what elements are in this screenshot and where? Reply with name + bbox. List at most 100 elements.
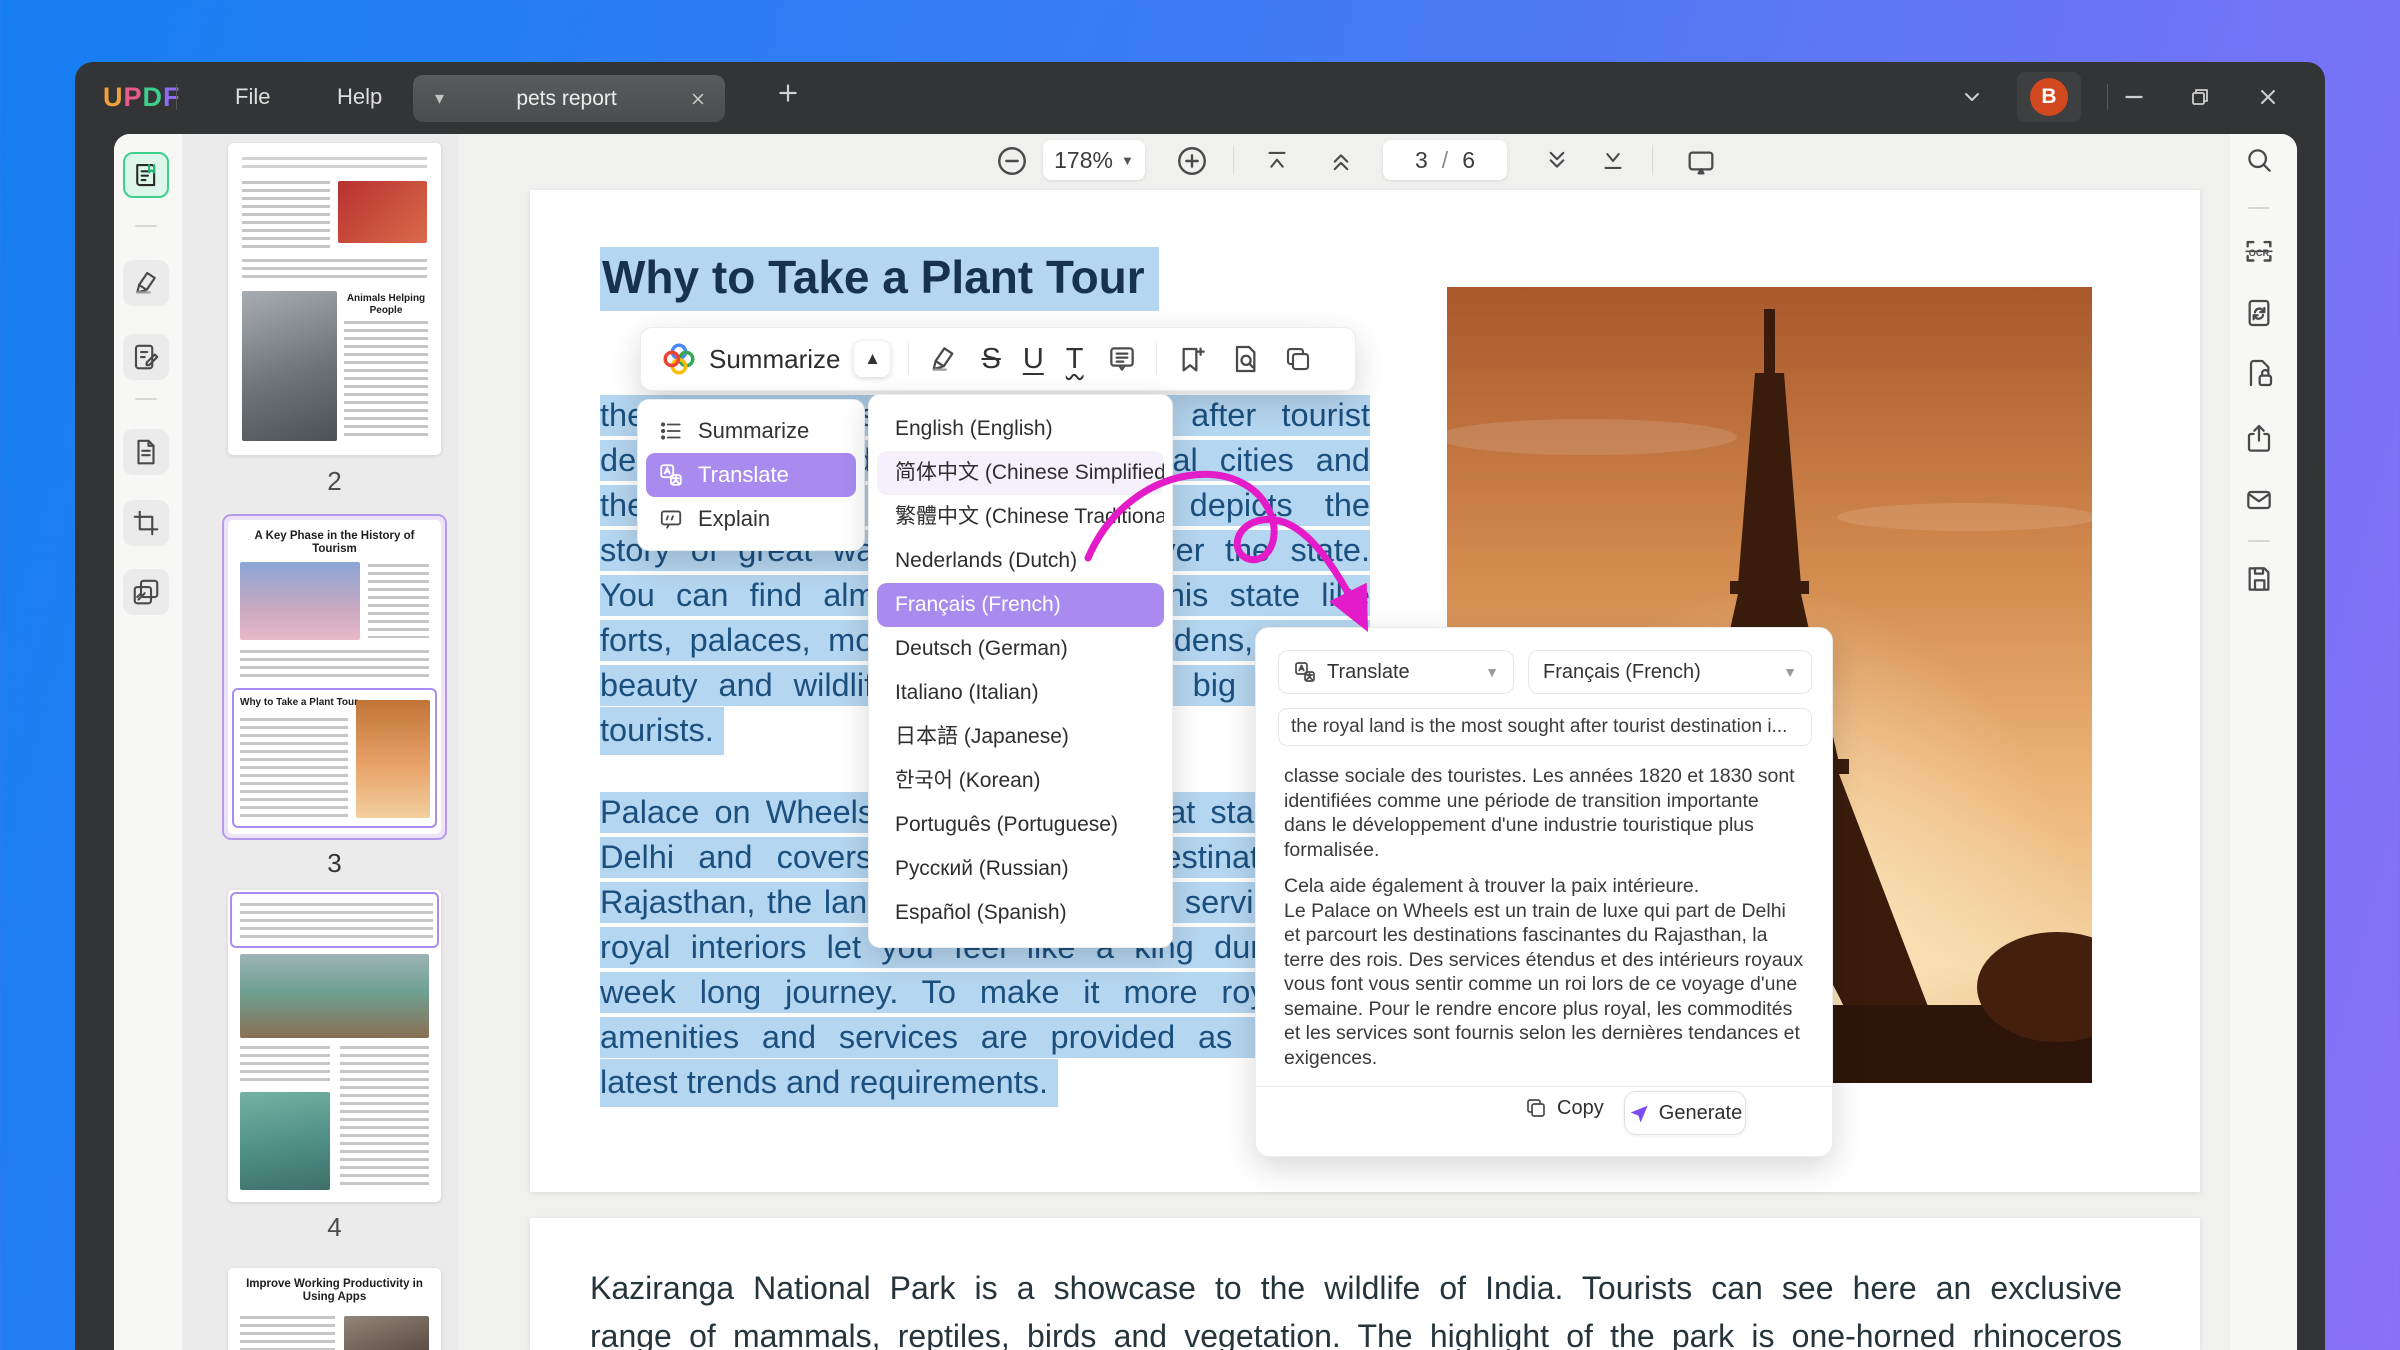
copy-selection-button[interactable]: [1283, 344, 1313, 374]
ocr-button[interactable]: OCR: [2236, 229, 2282, 275]
target-language-select[interactable]: Français (French) ▼: [1528, 650, 1812, 694]
language-option-korean[interactable]: 한국어 (Korean): [877, 759, 1164, 803]
page-number-control[interactable]: 3 / 6: [1383, 140, 1507, 180]
account-button[interactable]: B: [2017, 72, 2081, 122]
logo-letter: F: [163, 82, 181, 112]
thumbnail-page-5[interactable]: Improve Working Productivity in Using Ap…: [228, 1268, 441, 1350]
copy-translation-button[interactable]: Copy: [1524, 1096, 1604, 1120]
save-icon: [2248, 567, 2270, 591]
language-option-english[interactable]: English (English): [877, 407, 1164, 451]
crop-pages-button[interactable]: [123, 500, 169, 546]
ai-assistant-icon[interactable]: [661, 341, 697, 377]
thumbnail-text-placeholder: [340, 1046, 429, 1190]
thumbnail-page-4[interactable]: [228, 890, 441, 1202]
menu-help[interactable]: Help: [337, 62, 382, 132]
updf-logo: UPDF: [103, 82, 181, 113]
document-tab[interactable]: ▾ pets report: [413, 75, 725, 122]
titlebar-chevron-down-icon[interactable]: [1955, 80, 1989, 114]
thumbnail-page-number: 2: [327, 466, 342, 496]
last-page-button[interactable]: [1598, 146, 1628, 176]
language-option-german[interactable]: Deutsch (German): [877, 627, 1164, 671]
next-page-button[interactable]: [1542, 146, 1572, 176]
note-icon: [1109, 347, 1134, 371]
highlight-text-button[interactable]: [927, 343, 959, 375]
left-toolbar-rail: [114, 134, 182, 1350]
share-button[interactable]: [2236, 415, 2282, 461]
email-button[interactable]: [2236, 477, 2282, 523]
language-option-dutch[interactable]: Nederlands (Dutch): [877, 539, 1164, 583]
window-minimize-button[interactable]: [2117, 80, 2151, 114]
language-option-french[interactable]: Français (French): [877, 583, 1164, 627]
zoom-level-select[interactable]: 178% ▼: [1043, 140, 1145, 180]
copy-icon: [1286, 347, 1309, 371]
thumbnail-page-2[interactable]: Animals Helping People: [228, 143, 441, 455]
search-button[interactable]: [2236, 137, 2282, 183]
translate-mode-value: Translate: [1327, 660, 1410, 683]
add-note-button[interactable]: [1106, 343, 1138, 375]
tab-dropdown-icon[interactable]: ▾: [435, 88, 444, 109]
thumbnail-photo-cat: [242, 291, 337, 441]
summarize-caret-button[interactable]: ▲: [854, 341, 891, 377]
source-text-field[interactable]: the royal land is the most sought after …: [1278, 708, 1812, 746]
organize-pages-icon: [137, 439, 155, 465]
menu-item-explain[interactable]: Explain: [646, 497, 856, 541]
protect-button[interactable]: [2236, 350, 2282, 396]
svg-text:OCR: OCR: [2249, 248, 2270, 258]
comment-highlighter-button[interactable]: [123, 260, 169, 306]
reader-mode-button[interactable]: [123, 152, 169, 198]
language-option-japanese[interactable]: 日本語 (Japanese): [877, 715, 1164, 759]
thumbnail-photo-lake-boat: [240, 954, 429, 1038]
edit-note-icon: [134, 344, 159, 370]
squiggly-underline-button[interactable]: T: [1066, 343, 1084, 376]
titlebar-divider: [2107, 84, 2108, 110]
window-restore-button[interactable]: [2183, 80, 2217, 114]
convert-button[interactable]: [2236, 290, 2282, 336]
generate-button[interactable]: Generate: [1624, 1091, 1746, 1135]
language-option-portuguese[interactable]: Português (Portuguese): [877, 803, 1164, 847]
menu-item-translate[interactable]: Translate: [646, 453, 856, 497]
thumbnail-heading: Animals Helping People: [346, 293, 426, 316]
language-option-chinese-traditional[interactable]: 繁體中文 (Chinese Traditional): [877, 495, 1164, 539]
translate-result-panel: Translate ▼ Français (French) ▼ the roya…: [1255, 627, 1834, 1157]
language-option-spanish[interactable]: Español (Spanish): [877, 891, 1164, 935]
save-button[interactable]: [2236, 556, 2282, 602]
zoom-in-button[interactable]: [1175, 144, 1209, 178]
toolbar-divider: [908, 343, 910, 375]
thumbnail-page-3[interactable]: A Key Phase in the History of Tourism Wh…: [228, 520, 441, 834]
translate-icon: [660, 464, 682, 486]
thumbnail-photo-eiffel: [356, 700, 430, 818]
thumbnail-photo-city: [240, 562, 360, 640]
language-option-russian[interactable]: Русский (Russian): [877, 847, 1164, 891]
zoom-out-button[interactable]: [995, 144, 1029, 178]
send-icon: [1630, 1105, 1648, 1123]
thumbnail-photo-dogs: [338, 181, 427, 243]
previous-page-button[interactable]: [1326, 146, 1356, 176]
thumbnail-page-number: 3: [327, 848, 342, 878]
underline-button[interactable]: U: [1023, 343, 1044, 376]
zoom-level-value: 178%: [1054, 146, 1113, 173]
window-close-button[interactable]: [2251, 80, 2285, 114]
presentation-mode-button[interactable]: [1685, 146, 1717, 178]
copy-icon: [1527, 1099, 1545, 1117]
tab-close-icon[interactable]: [689, 90, 707, 108]
language-option-italian[interactable]: Italiano (Italian): [877, 671, 1164, 715]
menu-item-summarize[interactable]: Summarize: [646, 409, 856, 453]
add-bookmark-button[interactable]: [1175, 343, 1207, 375]
organize-pages-button[interactable]: [123, 429, 169, 475]
avatar[interactable]: B: [2030, 78, 2068, 116]
watermark-pages-button[interactable]: [123, 569, 169, 615]
search-in-document-button[interactable]: [1229, 343, 1261, 375]
mail-icon: [2247, 490, 2271, 510]
menu-file[interactable]: File: [235, 62, 270, 132]
summarize-menu-button[interactable]: Summarize: [709, 344, 840, 375]
translate-mode-select[interactable]: Translate ▼: [1278, 650, 1514, 694]
selection-toolbar: Summarize ▲ S U T: [640, 327, 1356, 391]
thumbnail-page-3-selected-frame[interactable]: A Key Phase in the History of Tourism Wh…: [222, 514, 447, 840]
language-option-chinese-simplified[interactable]: 简体中文 (Chinese Simplified): [877, 451, 1164, 495]
page-current-input[interactable]: 3: [1415, 147, 1428, 174]
strikethrough-button[interactable]: S: [981, 343, 1000, 376]
first-page-button[interactable]: [1262, 146, 1292, 176]
new-tab-button[interactable]: [775, 80, 801, 106]
file-convert-icon: [2248, 299, 2270, 327]
edit-pdf-button[interactable]: [123, 334, 169, 380]
